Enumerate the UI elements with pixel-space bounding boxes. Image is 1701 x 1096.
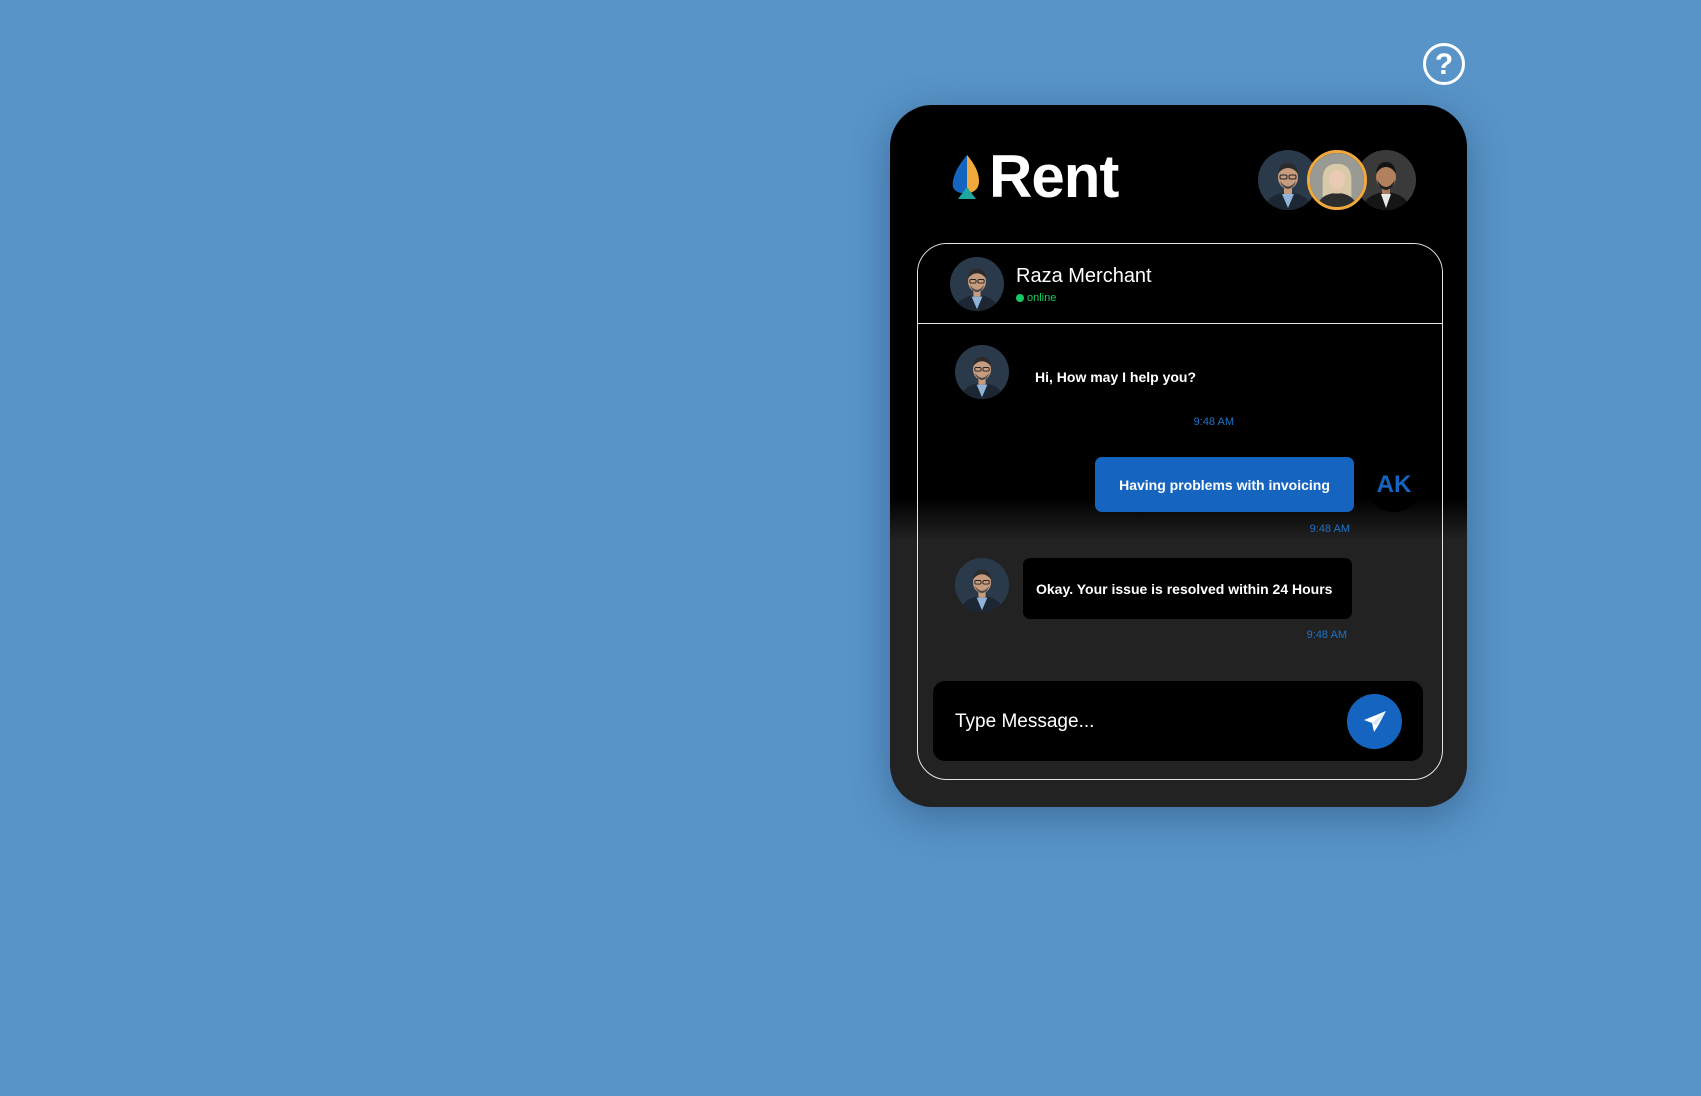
agent-message-avatar xyxy=(955,558,1009,612)
user-message-bubble: Having problems with invoicing xyxy=(1095,457,1354,512)
agent-avatar-photo xyxy=(955,345,1009,399)
agent-avatar-selected[interactable] xyxy=(1307,150,1367,210)
chat-header: Raza Merchant online xyxy=(918,244,1442,324)
contact-avatar-photo xyxy=(950,257,1004,311)
message-composer xyxy=(933,681,1423,761)
brand-name: Rent xyxy=(989,143,1119,210)
agent-avatar-photo xyxy=(955,558,1009,612)
help-button[interactable]: ? xyxy=(1423,43,1465,85)
agent-avatars xyxy=(1258,147,1428,213)
agent-message-bubble: Okay. Your issue is resolved within 24 H… xyxy=(1023,558,1352,619)
message-input[interactable] xyxy=(953,701,1337,743)
chat-panel: Raza Merchant online Hi, How may I help … xyxy=(917,243,1443,780)
message-time: 9:48 AM xyxy=(1309,523,1350,535)
agent-avatar-photo xyxy=(1310,153,1364,207)
agent-message-avatar xyxy=(955,345,1009,399)
spade-drop-logo-icon xyxy=(952,155,979,199)
message-time: 9:48 AM xyxy=(1193,416,1234,428)
send-button[interactable] xyxy=(1347,694,1402,749)
chat-widget: Rent Raza Merchant online Hi, How may I … xyxy=(890,105,1467,807)
avatar xyxy=(950,257,1004,311)
status-indicator: online xyxy=(1016,292,1056,304)
message-time: 9:48 AM xyxy=(1306,629,1347,641)
user-avatar: AK xyxy=(1367,458,1421,512)
question-circle-icon: ? xyxy=(1434,47,1454,81)
agent-message-bubble: Hi, How may I help you? xyxy=(1022,346,1234,407)
brand: Rent xyxy=(945,143,1119,210)
online-dot-icon xyxy=(1016,294,1024,302)
status-text: online xyxy=(1027,292,1057,304)
contact-name: Raza Merchant xyxy=(1016,265,1152,287)
paper-plane-icon xyxy=(1363,710,1386,732)
